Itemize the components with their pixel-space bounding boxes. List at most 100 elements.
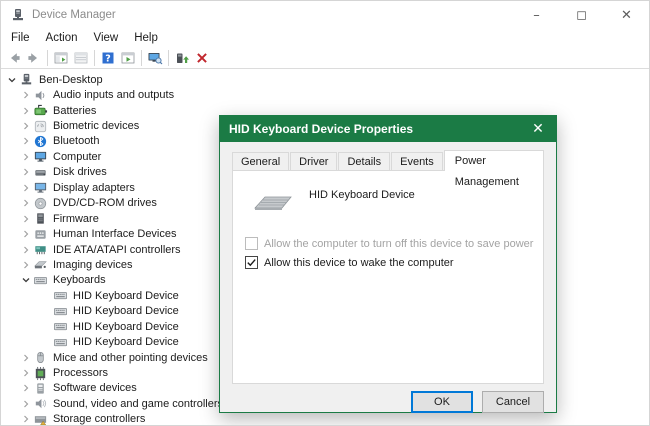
tree-item-label: HID Keyboard Device	[73, 321, 179, 333]
toolbar-separator	[168, 50, 169, 66]
scan-hardware-icon[interactable]	[145, 49, 165, 67]
chevron-right-icon[interactable]	[19, 258, 33, 272]
dialog-titlebar: HID Keyboard Device Properties ✕	[220, 116, 556, 142]
uninstall-icon[interactable]	[192, 49, 212, 67]
processor-icon	[33, 366, 48, 380]
dialog-close-button[interactable]: ✕	[520, 116, 556, 142]
maximize-button[interactable]: ◻	[559, 1, 604, 29]
cancel-button[interactable]: Cancel	[482, 391, 544, 413]
tree-item-label: Batteries	[53, 105, 96, 117]
computer-icon	[19, 73, 34, 87]
keyboard-icon	[53, 304, 68, 318]
tree-item[interactable]: Storage controllers	[1, 412, 649, 426]
toolbar-separator	[47, 50, 48, 66]
chevron-right-icon[interactable]	[19, 366, 33, 380]
tree-item-label: Storage controllers	[53, 413, 145, 425]
sound-icon	[33, 397, 48, 411]
chevron-right-icon[interactable]	[19, 104, 33, 118]
chevron-spacer	[39, 320, 53, 334]
biometric-icon	[33, 119, 48, 133]
audio-icon	[33, 88, 48, 102]
minimize-button[interactable]: –	[514, 1, 559, 29]
action-pane-icon[interactable]	[118, 49, 138, 67]
checkbox-label: Allow this device to wake the computer	[264, 257, 454, 269]
tree-item-label: Firmware	[53, 213, 99, 225]
tree-item-label: Audio inputs and outputs	[53, 89, 174, 101]
update-driver-icon[interactable]	[172, 49, 192, 67]
dvd-icon	[33, 196, 48, 210]
chevron-right-icon[interactable]	[19, 119, 33, 133]
chevron-right-icon[interactable]	[19, 351, 33, 365]
tree-item-label: HID Keyboard Device	[73, 336, 179, 348]
chevron-down-icon[interactable]	[19, 273, 33, 287]
back-icon[interactable]	[4, 49, 24, 67]
hid-properties-dialog: HID Keyboard Device Properties ✕ General…	[219, 115, 557, 413]
ok-button[interactable]: OK	[411, 391, 473, 413]
svg-text:?: ?	[105, 53, 111, 64]
tree-item-label: Software devices	[53, 382, 137, 394]
checkbox-checked-icon[interactable]	[245, 256, 258, 269]
checkbox-label: Allow the computer to turn off this devi…	[264, 238, 533, 250]
chevron-right-icon[interactable]	[19, 134, 33, 148]
toolbar: ?	[1, 47, 649, 69]
keyboard-icon	[53, 335, 68, 349]
close-button[interactable]: ✕	[604, 1, 649, 29]
disk-icon	[33, 165, 48, 179]
menu-view[interactable]: View	[86, 30, 127, 46]
forward-icon[interactable]	[24, 49, 44, 67]
firmware-icon	[33, 212, 48, 226]
checkbox-row: Allow the computer to turn off this devi…	[245, 237, 533, 250]
tree-item-label: Computer	[53, 151, 101, 163]
properties-icon[interactable]	[71, 49, 91, 67]
chevron-right-icon[interactable]	[19, 165, 33, 179]
titlebar: Device Manager – ◻ ✕	[1, 1, 649, 29]
tree-item-label: Bluetooth	[53, 135, 99, 147]
chevron-right-icon[interactable]	[19, 150, 33, 164]
tab-driver[interactable]: Driver	[290, 152, 337, 170]
tree-item-label: Biometric devices	[53, 120, 139, 132]
software-icon	[33, 381, 48, 395]
chevron-right-icon[interactable]	[19, 181, 33, 195]
tab-details[interactable]: Details	[338, 152, 390, 170]
tree-item-label: Human Interface Devices	[53, 228, 177, 240]
chevron-right-icon[interactable]	[19, 397, 33, 411]
chevron-right-icon[interactable]	[19, 381, 33, 395]
tree-item[interactable]: Ben-Desktop	[1, 72, 649, 87]
tab-power-management[interactable]: Power Management	[444, 150, 544, 171]
power-options: Allow the computer to turn off this devi…	[245, 237, 533, 275]
chevron-right-icon[interactable]	[19, 243, 33, 257]
menu-help[interactable]: Help	[126, 30, 166, 46]
show-console-tree-icon[interactable]	[51, 49, 71, 67]
tree-item-label: Disk drives	[53, 166, 107, 178]
menu-file[interactable]: File	[3, 30, 38, 46]
storage-icon	[33, 412, 48, 426]
chevron-right-icon[interactable]	[19, 412, 33, 426]
help-icon[interactable]: ?	[98, 49, 118, 67]
chevron-spacer	[39, 304, 53, 318]
display-icon	[33, 181, 48, 195]
menu-action[interactable]: Action	[38, 30, 86, 46]
bluetooth-icon	[33, 134, 48, 148]
dialog-tabs: GeneralDriverDetailsEventsPower Manageme…	[232, 150, 544, 170]
keyboard-photo-icon	[249, 189, 295, 213]
chevron-right-icon[interactable]	[19, 212, 33, 226]
monitor-icon	[33, 150, 48, 164]
tree-item-label: HID Keyboard Device	[73, 305, 179, 317]
checkbox-row: Allow this device to wake the computer	[245, 256, 533, 269]
tree-item[interactable]: Audio inputs and outputs	[1, 87, 649, 102]
chevron-right-icon[interactable]	[19, 88, 33, 102]
tab-general[interactable]: General	[232, 152, 289, 170]
tree-item-label: DVD/CD-ROM drives	[53, 197, 157, 209]
imaging-icon	[33, 258, 48, 272]
hid-icon	[33, 227, 48, 241]
dialog-buttons: OK Cancel	[220, 391, 544, 413]
mouse-icon	[33, 351, 48, 365]
chevron-right-icon[interactable]	[19, 196, 33, 210]
chevron-down-icon[interactable]	[5, 73, 19, 87]
tab-events[interactable]: Events	[391, 152, 443, 170]
chevron-right-icon[interactable]	[19, 227, 33, 241]
keyboard-icon	[33, 273, 48, 287]
device-manager-window: Device Manager – ◻ ✕ FileActionViewHelp …	[0, 0, 650, 426]
tree-item-label: Sound, video and game controllers	[53, 398, 223, 410]
ide-icon	[33, 243, 48, 257]
